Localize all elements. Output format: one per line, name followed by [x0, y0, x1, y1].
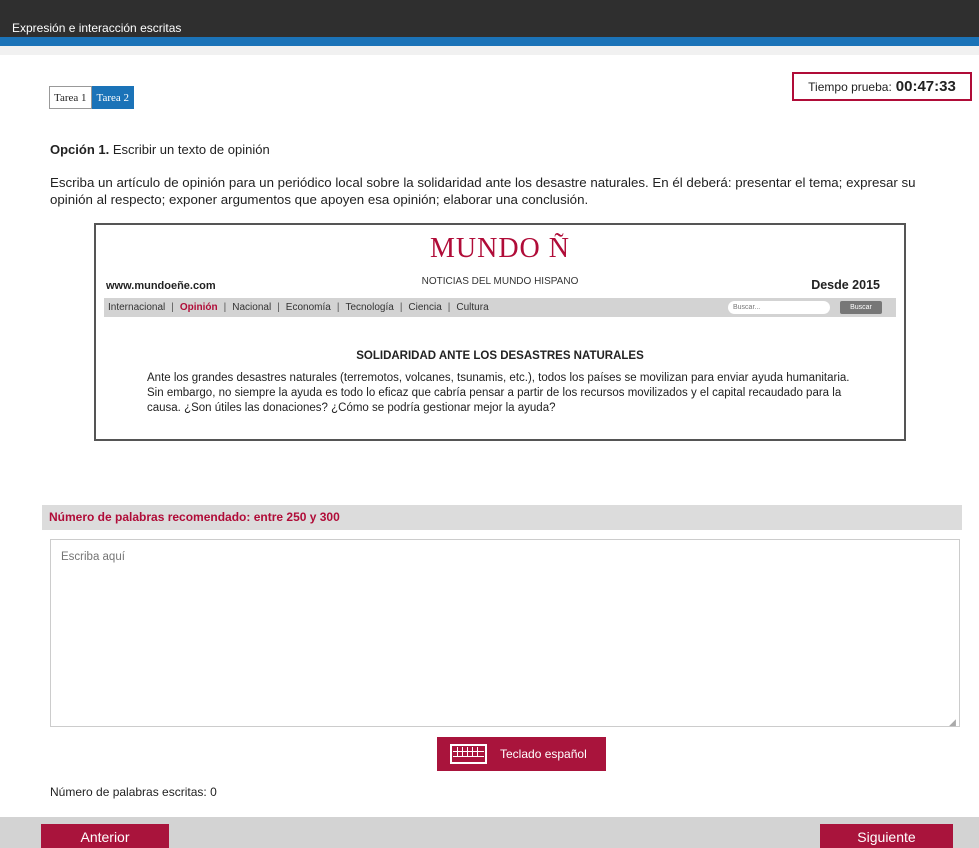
keyboard-icon [450, 744, 487, 764]
nav-cultura: Cultura [456, 302, 489, 313]
test-timer: Tiempo prueba: 00:47:33 [792, 72, 972, 101]
timer-label: Tiempo prueba: [808, 79, 892, 94]
tab-tarea-1[interactable]: Tarea 1 [49, 86, 92, 109]
recommended-word-count: Número de palabras recomendado: entre 25… [49, 510, 340, 524]
header-title: Expresión e interacción escritas [12, 21, 182, 35]
newspaper-search-button: Buscar [840, 301, 882, 314]
task-instructions: Escriba un artículo de opinión para un p… [50, 175, 916, 207]
newspaper-since: Desde 2015 [811, 278, 880, 292]
footer-bar: Anterior Siguiente [0, 817, 979, 848]
nav-ciencia: Ciencia [408, 302, 442, 313]
nav-economia: Economía [285, 302, 331, 313]
option-label: Opción 1. [50, 142, 110, 157]
article-headline: SOLIDARIDAD ANTE LOS DESASTRES NATURALES [356, 350, 644, 362]
nav-internacional: Internacional [108, 302, 166, 313]
article-body: Ante los grandes desastres naturales (te… [147, 372, 850, 414]
nav-nacional: Nacional [232, 302, 272, 313]
newspaper-search-input: Buscar... [728, 301, 830, 314]
timer-value: 00:47:33 [895, 78, 956, 95]
answer-textarea[interactable] [50, 539, 960, 727]
option-title: Opción 1. Escribir un texto de opinión [50, 142, 270, 157]
app-header: Expresión e interacción escritas [0, 0, 979, 46]
option-text: Escribir un texto de opinión [112, 142, 270, 157]
newspaper-logo: MUNDO Ñ [430, 233, 570, 264]
keyboard-button-label: Teclado español [500, 747, 587, 761]
next-button[interactable]: Siguiente [820, 824, 953, 848]
main-content: Tarea 1 Tarea 2 Tiempo prueba: 00:47:33 … [0, 55, 979, 817]
tab-tarea-2[interactable]: Tarea 2 [91, 86, 135, 109]
spanish-keyboard-button[interactable]: Teclado español [437, 737, 606, 771]
word-count-bar: Número de palabras recomendado: entre 25… [42, 505, 962, 530]
newspaper-url: www.mundoeñe.com [106, 280, 216, 292]
nav-opinion: Opinión [179, 302, 218, 313]
newspaper-subtitle: NOTICIAS DEL MUNDO HISPANO [421, 276, 579, 287]
newspaper-clip: MUNDO Ñ NOTICIAS DEL MUNDO HISPANO www.m… [94, 223, 906, 441]
newspaper-nav: Internacional | Opinión | Nacional | Economía |… [104, 298, 896, 317]
resize-handle-icon[interactable]: ◢ [949, 717, 956, 728]
task-tabs: Tarea 1 Tarea 2 [49, 86, 135, 109]
written-word-count: Número de palabras escritas: 0 [50, 785, 217, 799]
previous-button[interactable]: Anterior [41, 824, 169, 848]
nav-tecnologia: Tecnología [345, 302, 394, 313]
